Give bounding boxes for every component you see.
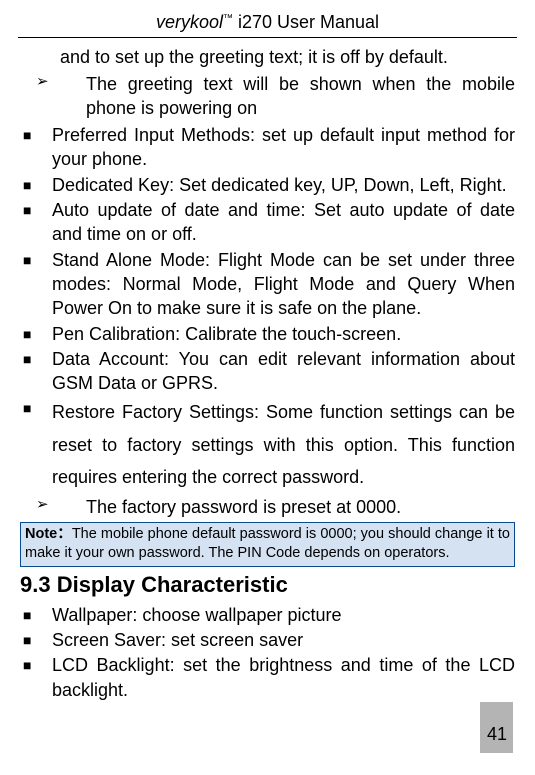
list-text: Stand Alone Mode: Flight Mode can be set… [52, 248, 515, 321]
list-text: Pen Calibration: Calibrate the touch-scr… [52, 322, 515, 346]
list-item: Wallpaper: choose wallpaper picture [20, 603, 515, 627]
list-item-restore: Restore Factory Settings: Some function … [20, 396, 515, 493]
note-label: Note： [25, 526, 72, 542]
list-item: Auto update of date and time: Set auto u… [20, 198, 515, 247]
square-bullet-icon [20, 653, 52, 702]
arrow-text: The factory password is preset at 0000. [86, 495, 515, 519]
list-text: Wallpaper: choose wallpaper picture [52, 603, 515, 627]
square-bullet-icon [20, 322, 52, 346]
header-rest: i270 User Manual [233, 12, 379, 32]
list-item: Dedicated Key: Set dedicated key, UP, Do… [20, 173, 515, 197]
square-bullet-icon [20, 396, 52, 493]
header-tm: ™ [223, 13, 233, 24]
note-box: Note：The mobile phone default password i… [20, 522, 515, 567]
list-item: Preferred Input Methods: set up default … [20, 123, 515, 172]
list-text: Data Account: You can edit relevant info… [52, 347, 515, 396]
list-text: Restore Factory Settings: Some function … [52, 396, 515, 493]
square-bullet-icon [20, 347, 52, 396]
list-item: Screen Saver: set screen saver [20, 628, 515, 652]
list-text: Dedicated Key: Set dedicated key, UP, Do… [52, 173, 515, 197]
section-title: 9.3 Display Characteristic [20, 570, 515, 600]
list-item: Stand Alone Mode: Flight Mode can be set… [20, 248, 515, 321]
list-text: Auto update of date and time: Set auto u… [52, 198, 515, 247]
arrow-item: The greeting text will be shown when the… [20, 72, 515, 121]
square-bullet-icon [20, 173, 52, 197]
arrow-text: The greeting text will be shown when the… [86, 72, 515, 121]
list-item: Data Account: You can edit relevant info… [20, 347, 515, 396]
page-header: verykool™ i270 User Manual [18, 10, 517, 38]
list-text: Preferred Input Methods: set up default … [52, 123, 515, 172]
square-bullet-icon [20, 603, 52, 627]
list-text: Screen Saver: set screen saver [52, 628, 515, 652]
list-text: LCD Backlight: set the brightness and ti… [52, 653, 515, 702]
list-item: LCD Backlight: set the brightness and ti… [20, 653, 515, 702]
header-brand: verykool [156, 12, 223, 32]
arrow-item: The factory password is preset at 0000. [20, 495, 515, 519]
list-item: Pen Calibration: Calibrate the touch-scr… [20, 322, 515, 346]
note-text: The mobile phone default password is 000… [25, 526, 510, 562]
square-bullet-icon [20, 123, 52, 172]
square-bullet-icon [20, 248, 52, 321]
square-bullet-icon [20, 198, 52, 247]
page-number: 41 [480, 702, 513, 753]
arrow-icon [36, 72, 86, 121]
intro-line: and to set up the greeting text; it is o… [20, 45, 515, 69]
square-bullet-icon [20, 628, 52, 652]
page-content: and to set up the greeting text; it is o… [18, 45, 517, 702]
arrow-icon [36, 495, 86, 519]
